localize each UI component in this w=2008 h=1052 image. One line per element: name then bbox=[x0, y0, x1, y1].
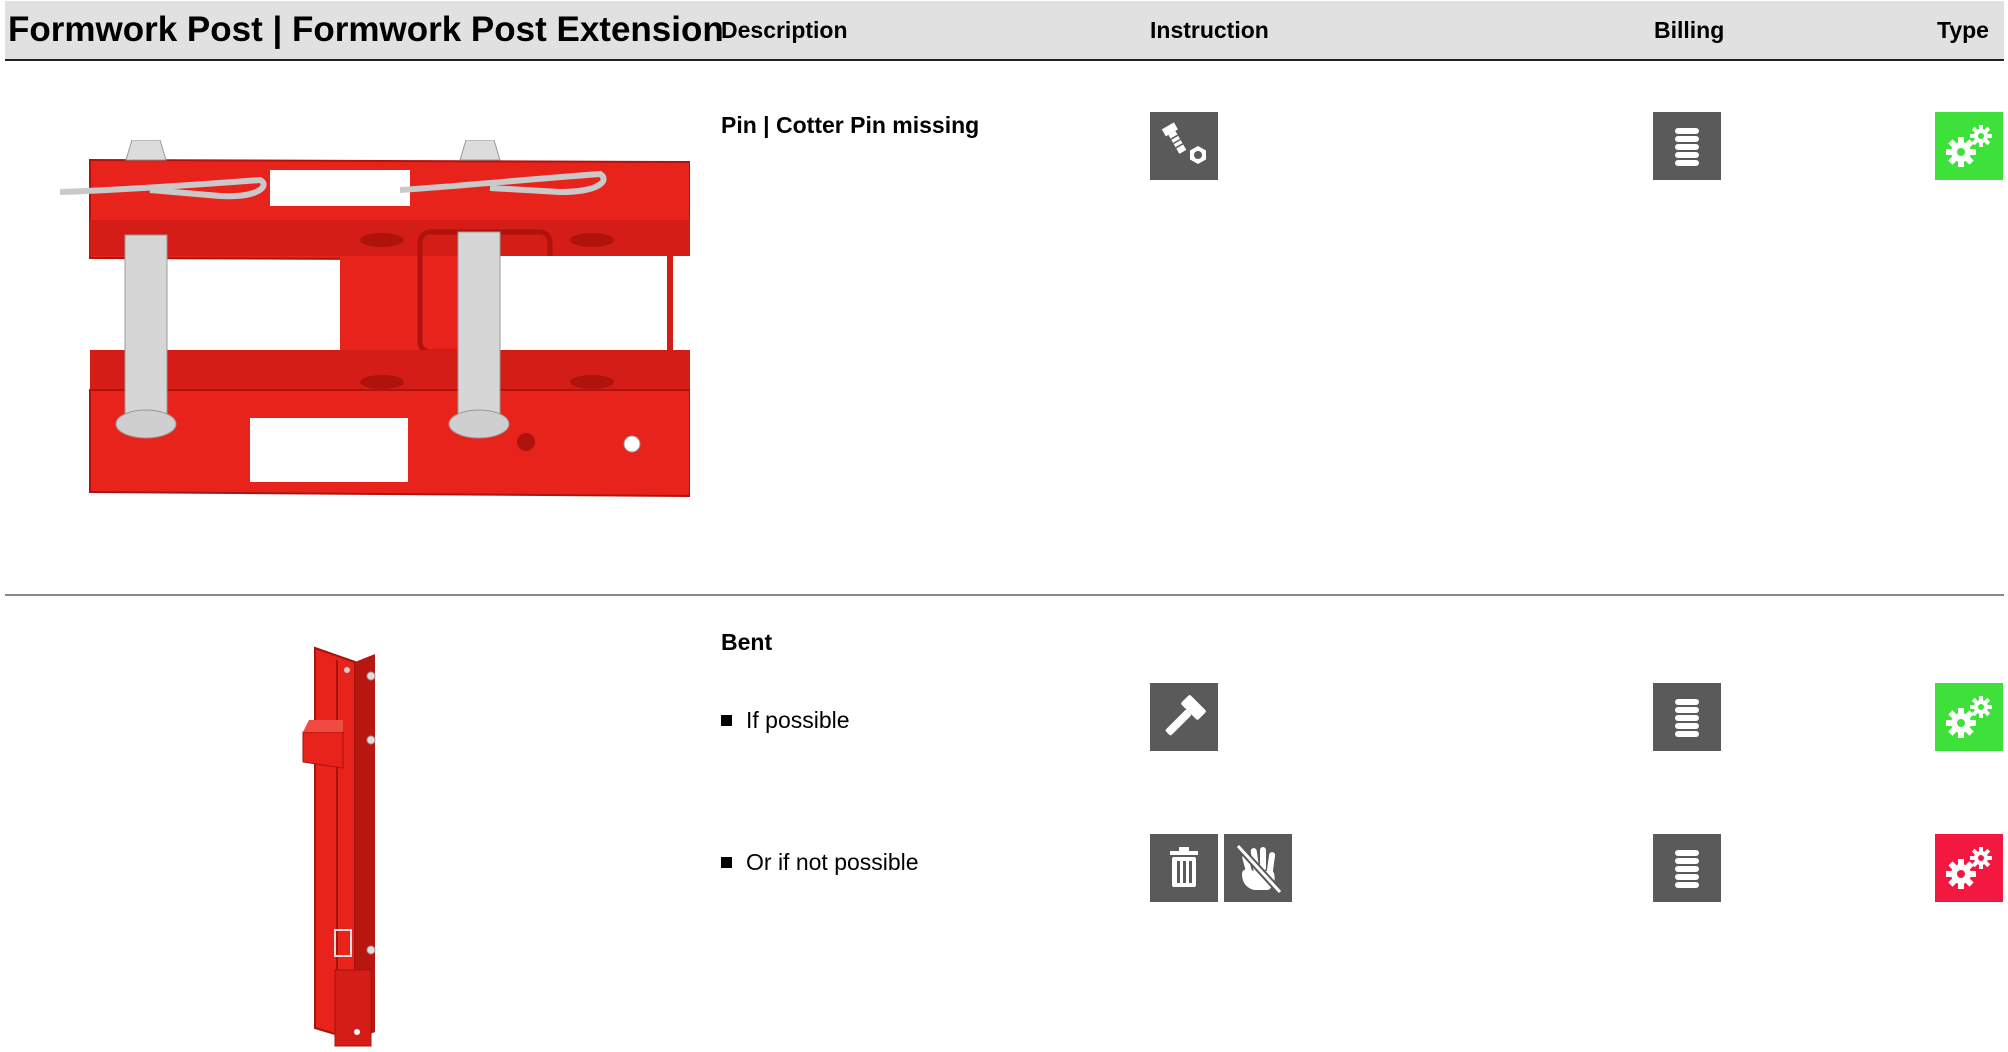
coin-stack-icon bbox=[1653, 834, 1721, 902]
list-item: If possible bbox=[721, 707, 850, 734]
bullet-square bbox=[721, 857, 732, 868]
coin-stack-icon bbox=[1653, 112, 1721, 180]
gears-icon bbox=[1935, 683, 2003, 751]
bolt-nut-icon bbox=[1150, 112, 1218, 180]
option-label: If possible bbox=[746, 707, 850, 733]
formwork-post-extension-illustration bbox=[302, 646, 376, 1047]
gears-icon bbox=[1935, 112, 2003, 180]
list-item: Or if not possible bbox=[721, 849, 919, 876]
gears-icon bbox=[1935, 834, 2003, 902]
defect-title: Bent bbox=[721, 629, 773, 655]
column-header-description: Description bbox=[721, 17, 848, 43]
bullet-square bbox=[721, 715, 732, 726]
coin-stack-icon bbox=[1653, 683, 1721, 751]
formwork-post-pins-illustration bbox=[60, 140, 690, 498]
defect-title: Pin | Cotter Pin missing bbox=[721, 112, 980, 138]
row-divider bbox=[5, 594, 2004, 596]
table-header: Formwork Post | Formwork Post Extension … bbox=[5, 1, 2004, 61]
option-label: Or if not possible bbox=[746, 849, 919, 875]
hammer-icon bbox=[1150, 683, 1218, 751]
trash-icon bbox=[1150, 834, 1218, 902]
column-header-type: Type bbox=[1937, 17, 1989, 43]
no-touch-icon bbox=[1224, 834, 1292, 902]
column-header-instruction: Instruction bbox=[1150, 17, 1269, 43]
page-title: Formwork Post | Formwork Post Extension bbox=[8, 10, 724, 49]
column-header-billing: Billing bbox=[1654, 17, 1725, 43]
